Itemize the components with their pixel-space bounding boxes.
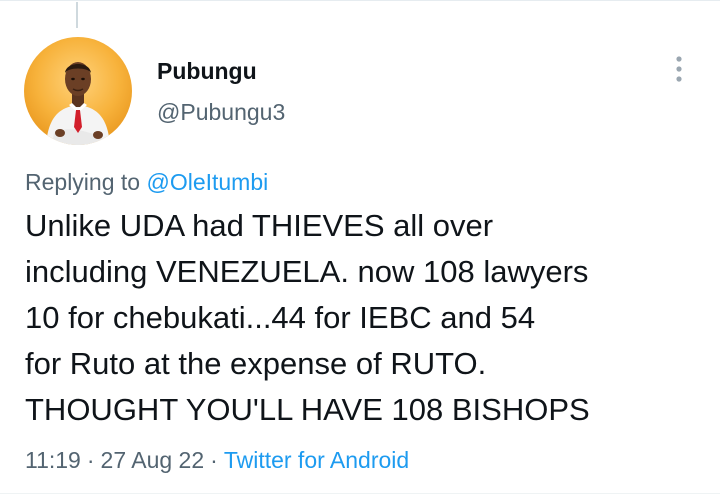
meta-separator: ·	[210, 447, 218, 473]
tweet-source-link[interactable]: Twitter for Android	[224, 447, 409, 473]
tweet-text: Unlike UDA had THIEVES all over includin…	[25, 203, 705, 433]
more-options-button[interactable]	[664, 52, 694, 86]
meta-separator: ·	[86, 447, 95, 473]
reply-mention-link[interactable]: @OleItumbi	[146, 169, 268, 195]
replying-to: Replying to @OleItumbi	[25, 168, 268, 196]
tweet-time[interactable]: 11:19	[25, 447, 81, 473]
tweet-text-line: including VENEZUELA. now 108 lawyers	[25, 254, 589, 289]
display-name[interactable]: Pubungu	[157, 57, 257, 85]
tweet-text-line: THOUGHT YOU'LL HAVE 108 BISHOPS	[25, 392, 590, 427]
avatar[interactable]	[24, 37, 132, 145]
tweet-text-line: for Ruto at the expense of RUTO.	[25, 346, 487, 381]
avatar-image	[24, 37, 132, 145]
user-handle[interactable]: @Pubungu3	[157, 98, 285, 126]
top-divider	[0, 0, 720, 1]
tweet-detail: Pubungu @Pubungu3 Replying to @OleItumbi…	[0, 0, 720, 494]
tweet-metadata: 11:19 · 27 Aug 22 · Twitter for Android	[25, 446, 409, 474]
tweet-text-line: 10 for chebukati...44 for IEBC and 54	[25, 300, 536, 335]
tweet-text-line: Unlike UDA had THIEVES all over	[25, 208, 494, 243]
more-vertical-icon	[676, 56, 682, 82]
replying-to-label: Replying to	[25, 169, 147, 195]
thread-connector-line	[76, 2, 78, 28]
tweet-date[interactable]: 27 Aug 22	[101, 447, 205, 473]
